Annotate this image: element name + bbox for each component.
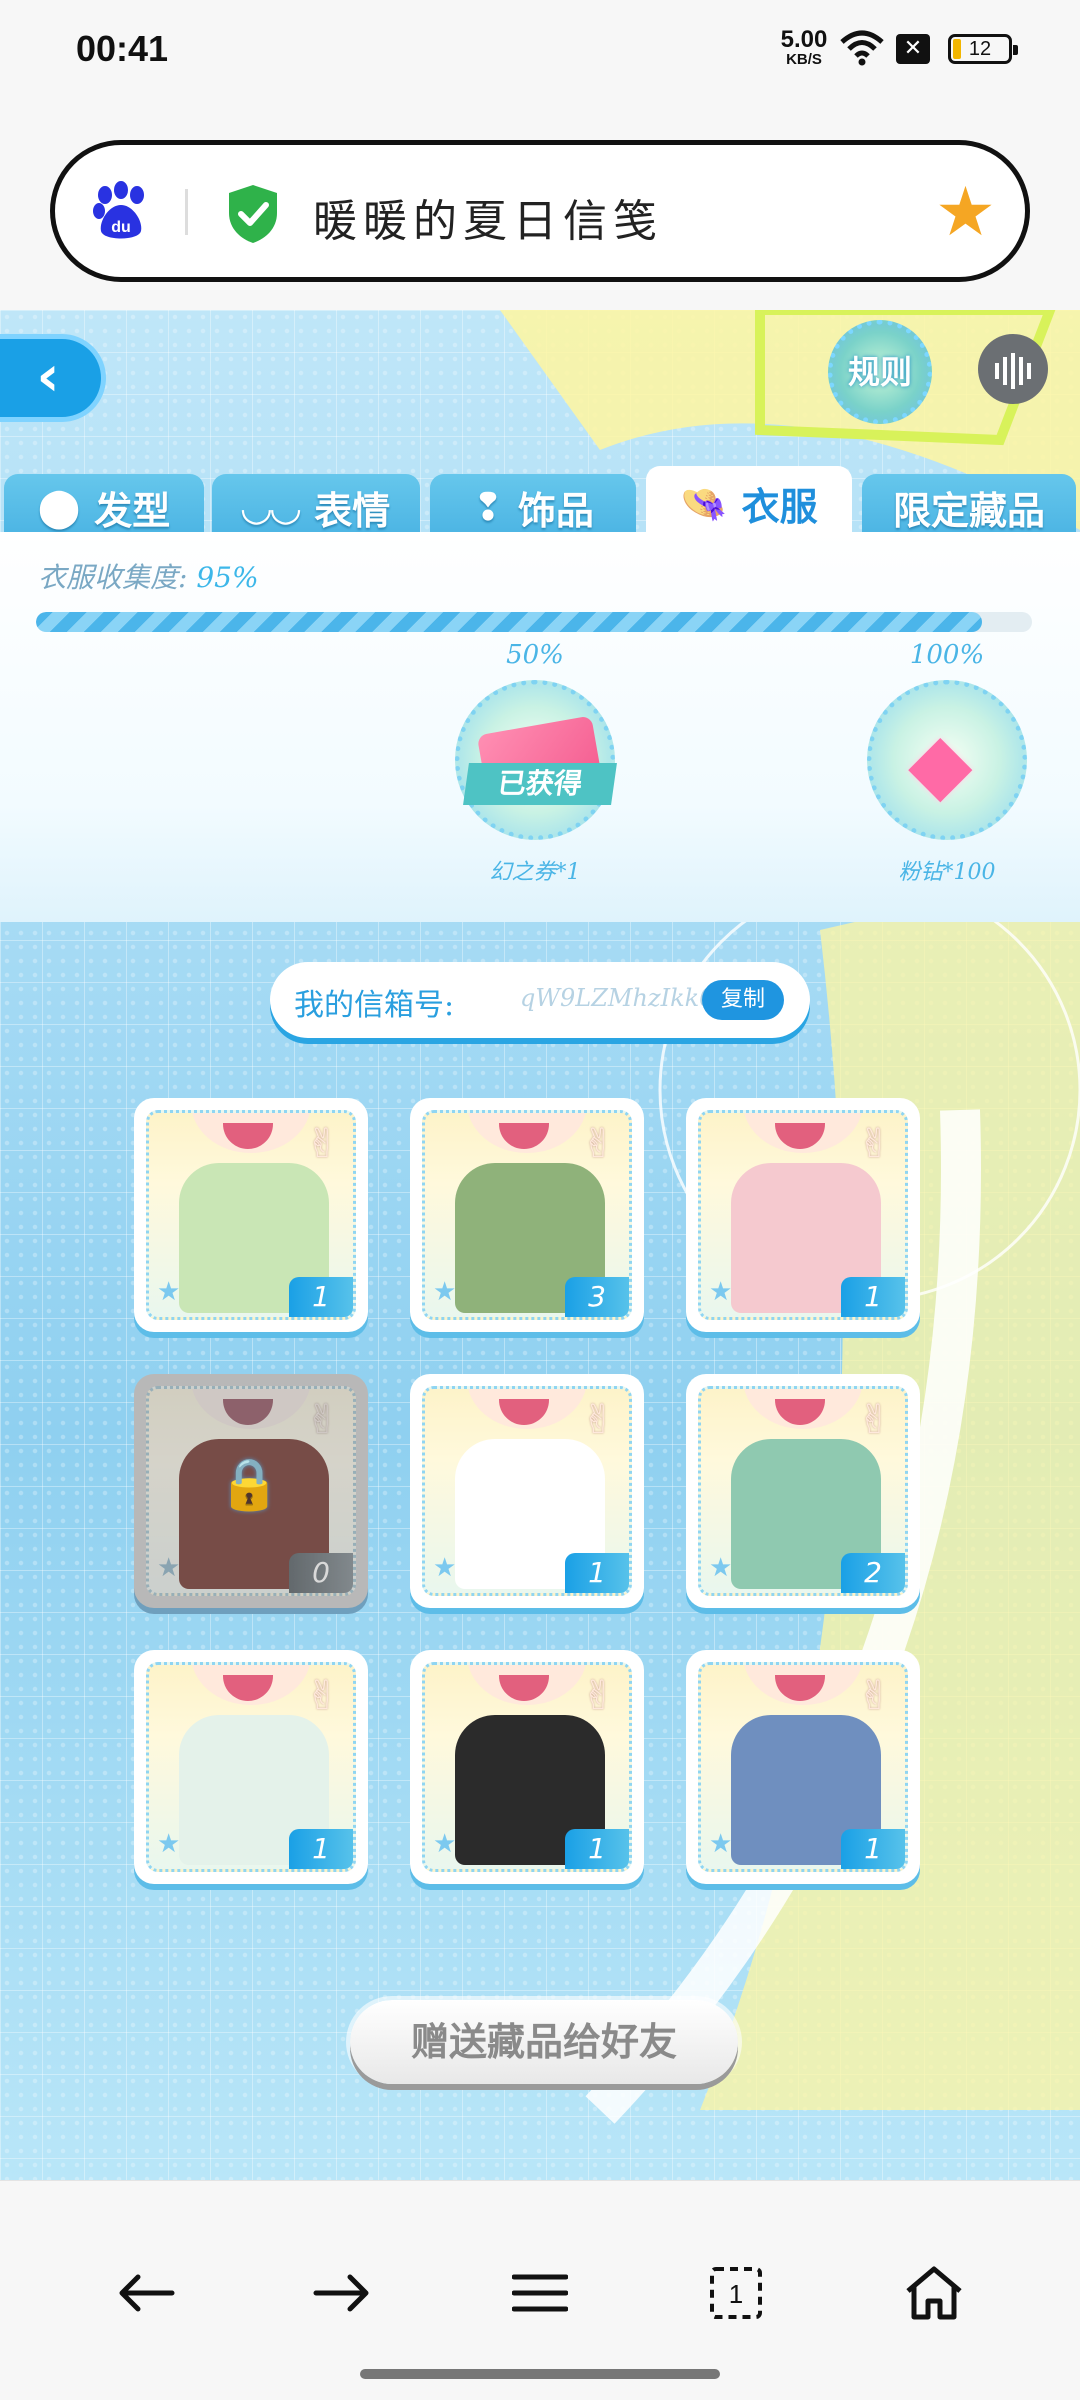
milestone-percent: 100%: [909, 640, 985, 670]
item-count: 2: [841, 1553, 905, 1593]
item-count: 0: [289, 1553, 353, 1593]
progress-label-text: 衣服收集度:: [38, 561, 188, 594]
lock-icon: 🔒: [218, 1455, 281, 1513]
tab-expression[interactable]: ◡◡ 表情: [212, 474, 420, 540]
item-count: 1: [841, 1829, 905, 1869]
collection-progress-panel: 衣服收集度: 95% 50% 已获得 幻之券*1 100% ◆ 粉钻*100: [0, 532, 1080, 922]
clothes-item-card[interactable]: ✌ ★ 1: [410, 1374, 644, 1608]
item-count: 1: [565, 1829, 629, 1869]
menu-button[interactable]: [500, 2253, 580, 2333]
progress-percent: 95%: [196, 561, 259, 594]
secure-shield-icon: [229, 185, 277, 243]
tabs-icon: 1: [710, 2267, 762, 2319]
no-sim-icon: ✕: [896, 34, 930, 64]
baidu-icon[interactable]: du: [91, 181, 151, 243]
milestone-100[interactable]: 100% ◆ 粉钻*100: [852, 640, 1042, 886]
clothes-item-card[interactable]: ✌ ★ 3: [410, 1098, 644, 1332]
page-title: 暖暖的夏日信笺: [313, 196, 663, 247]
forward-nav-button[interactable]: [302, 2253, 382, 2333]
tab-label: 发型: [94, 488, 171, 533]
status-bar: 00:41 5.00 KB/S ✕ 12: [0, 0, 1080, 100]
arrow-right-icon: [313, 2274, 369, 2312]
battery-icon: 12: [948, 34, 1018, 64]
tab-clothes[interactable]: 👒 衣服: [646, 466, 852, 540]
clothes-item-card[interactable]: ✌ ★ 1: [410, 1650, 644, 1884]
home-icon: [906, 2266, 962, 2320]
gift-to-friend-button[interactable]: 赠送藏品给好友: [350, 2000, 738, 2084]
tab-limited-collection[interactable]: 限定藏品: [862, 474, 1076, 540]
address-divider: [185, 189, 188, 235]
clothes-item-card-locked[interactable]: ✌ ★ 0 🔒: [134, 1374, 368, 1608]
network-speed-unit: KB/S: [786, 51, 822, 68]
gesture-bar[interactable]: [360, 2369, 720, 2379]
milestone-reward: 粉钻*100: [898, 860, 996, 885]
svg-text:1: 1: [729, 2279, 743, 2309]
tab-accessory[interactable]: ❢ 饰品: [430, 474, 636, 540]
wifi-icon: [840, 30, 884, 66]
battery-level: 12: [968, 38, 992, 60]
item-count: 3: [565, 1277, 629, 1317]
hair-icon: ⬤: [37, 485, 81, 529]
browser-toolbar: 1: [0, 2180, 1080, 2400]
copy-button[interactable]: 复制: [702, 980, 784, 1020]
tab-hairstyle[interactable]: ⬤ 发型: [4, 474, 204, 540]
clothes-item-card[interactable]: ✌ ★ 1: [686, 1098, 920, 1332]
mailbox-label: 我的信箱号:: [294, 988, 455, 1023]
sound-wave-icon: [995, 352, 1031, 389]
network-speed-value: 5.00: [780, 26, 828, 53]
arrow-left-icon: [119, 2274, 175, 2312]
clothes-item-card[interactable]: ✌ ★ 1: [134, 1650, 368, 1884]
clothes-item-card[interactable]: ✌ ★ 1: [134, 1098, 368, 1332]
mailbox-id-pill: 我的信箱号: qW9LZMhzIkk0 复制: [270, 962, 810, 1038]
progress-label: 衣服收集度: 95%: [38, 556, 259, 596]
menu-icon: [512, 2274, 568, 2312]
tab-label: 限定藏品: [892, 488, 1045, 533]
mailbox-id: qW9LZMhzIkk0: [520, 984, 715, 1012]
item-count: 1: [841, 1277, 905, 1317]
tab-label: 饰品: [517, 488, 594, 533]
tab-label: 衣服: [741, 484, 818, 529]
svg-text:du: du: [111, 219, 131, 236]
milestone-percent: 50%: [506, 640, 564, 670]
tabs-button[interactable]: 1: [696, 2253, 776, 2333]
bookmark-star-icon[interactable]: ★: [935, 179, 996, 247]
item-count: 1: [289, 1277, 353, 1317]
tab-label: 表情: [314, 488, 391, 533]
back-nav-button[interactable]: [106, 2253, 186, 2333]
item-count: 1: [289, 1829, 353, 1869]
milestone-50[interactable]: 50% 已获得 幻之券*1: [440, 640, 630, 886]
earring-icon: ❢: [472, 485, 504, 529]
mask-icon: ◡◡: [241, 485, 301, 529]
clothes-item-card[interactable]: ✌ ★ 2: [686, 1374, 920, 1608]
category-tabs: ⬤ 发型 ◡◡ 表情 ❢ 饰品 👒 衣服 限定藏品: [0, 466, 1080, 540]
status-time: 00:41: [76, 28, 169, 69]
diamond-reward-icon: ◆: [867, 680, 1027, 840]
clothes-icon: 👒: [680, 480, 728, 525]
progress-bar-fill: [36, 612, 983, 632]
ticket-reward-icon: 已获得: [455, 680, 617, 840]
clothes-item-card[interactable]: ✌ ★ 1: [686, 1650, 920, 1884]
progress-bar: [36, 612, 1032, 632]
network-speed: 5.00 KB/S: [776, 26, 832, 68]
rules-button[interactable]: 规则: [828, 320, 932, 424]
item-count: 1: [565, 1553, 629, 1593]
back-button[interactable]: ‹: [0, 334, 106, 422]
sound-toggle-button[interactable]: [978, 334, 1048, 404]
home-button[interactable]: [894, 2253, 974, 2333]
game-view: ‹ 规则 ⬤ 发型 ◡◡ 表情 ❢ 饰品 👒 衣服 限定藏品 衣服收集度: 95…: [0, 310, 1080, 2180]
address-bar[interactable]: du 暖暖的夏日信笺 ★: [50, 140, 1030, 282]
milestone-reward: 幻之券*1: [489, 860, 581, 885]
obtained-badge: 已获得: [463, 763, 617, 805]
